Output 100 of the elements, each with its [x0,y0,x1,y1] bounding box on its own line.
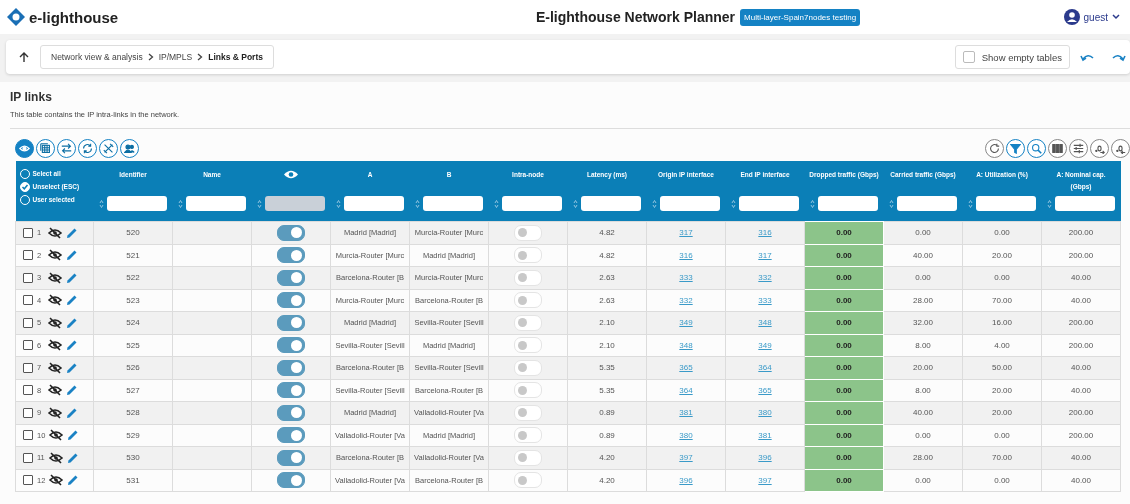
intra-node-switch[interactable] [514,292,542,309]
sort-icon[interactable] [99,198,104,209]
sort-icon[interactable] [652,198,657,209]
intra-node-switch[interactable] [514,472,542,489]
filter-field[interactable] [818,196,878,211]
checkbox[interactable] [962,51,975,63]
interface-link[interactable]: 397 [679,453,693,463]
interface-link[interactable]: 316 [679,250,693,260]
edit-icon[interactable] [66,271,78,284]
visibility-switch[interactable] [277,224,305,241]
filter-field[interactable] [976,196,1036,211]
sort-icon[interactable] [1047,198,1052,209]
sort-icon[interactable] [178,198,183,209]
intra-node-switch[interactable] [514,449,542,466]
row-checkbox[interactable] [23,385,33,396]
interface-link[interactable]: 364 [679,385,693,395]
interface-link[interactable]: 333 [758,295,772,305]
eye-slash-icon[interactable] [48,361,62,374]
eye-slash-icon[interactable] [48,451,63,464]
filter-field[interactable] [186,196,246,211]
interface-link[interactable]: 349 [758,340,772,350]
filter-button[interactable] [1006,139,1025,158]
edit-icon[interactable] [66,249,78,262]
user-menu[interactable]: guest [1010,9,1120,25]
visibility-switch[interactable] [277,472,305,489]
edit-icon[interactable] [67,474,80,487]
filter-field[interactable] [423,196,483,211]
row-checkbox[interactable] [23,340,33,351]
visibility-switch[interactable] [277,359,305,376]
sort-icon[interactable] [257,198,262,209]
sort-icon[interactable] [573,198,578,209]
filter-field[interactable] [739,196,799,211]
filter-field[interactable] [107,196,167,211]
interface-link[interactable]: 316 [758,228,772,238]
filter-field[interactable] [660,196,720,211]
radio-button[interactable] [19,181,30,192]
edit-icon[interactable] [66,226,78,239]
breadcrumb-link[interactable]: Links & Ports [208,52,263,62]
edit-icon[interactable] [67,429,80,442]
filter-field[interactable] [1055,196,1115,211]
eye-slash-icon[interactable] [48,339,62,352]
row-checkbox[interactable] [23,227,33,238]
sort-icon[interactable] [494,198,499,209]
show-empty-tables-toggle[interactable]: Show empty tables [954,45,1070,69]
edit-icon[interactable] [66,384,78,397]
eye-slash-icon[interactable] [49,429,64,442]
filter-field[interactable] [581,196,641,211]
interface-link[interactable]: 396 [679,475,693,485]
edit-icon[interactable] [66,294,78,307]
sort-icon[interactable] [810,198,815,209]
interface-link[interactable]: 397 [758,475,772,485]
interface-link[interactable]: 380 [758,408,772,418]
tools-view-button[interactable] [99,139,118,158]
visibility-switch[interactable] [277,382,305,399]
sort-icon[interactable] [889,198,894,209]
intra-node-switch[interactable] [514,224,542,241]
edit-icon[interactable] [66,316,78,329]
interface-link[interactable]: 365 [679,363,693,373]
intra-node-switch[interactable] [514,382,542,399]
visibility-switch[interactable] [277,269,305,286]
sync-view-button[interactable] [78,139,97,158]
edit-icon[interactable] [66,339,78,352]
visibility-switch[interactable] [277,449,305,466]
intra-node-switch[interactable] [514,359,542,376]
interface-link[interactable]: 332 [679,295,693,305]
row-checkbox[interactable] [23,407,33,418]
sort-icon[interactable] [415,198,420,209]
interface-link[interactable]: 380 [679,430,693,440]
intra-node-switch[interactable] [514,427,542,444]
eye-view-button[interactable] [15,139,34,158]
eye-slash-icon[interactable] [48,271,62,284]
eye-slash-icon[interactable] [49,474,64,487]
eye-slash-icon[interactable] [48,294,62,307]
visibility-switch[interactable] [277,292,305,309]
row-checkbox[interactable] [23,430,33,441]
interface-link[interactable]: 348 [679,340,693,350]
interface-link[interactable]: 381 [679,408,693,418]
intra-node-switch[interactable] [514,247,542,264]
eye-slash-icon[interactable] [48,226,62,239]
visibility-switch[interactable] [277,337,305,354]
sort-icon[interactable] [968,198,973,209]
visibility-switch[interactable] [277,427,305,444]
visibility-switch[interactable] [277,314,305,331]
filter-field[interactable] [897,196,957,211]
more-decimals-button[interactable] [1090,139,1109,158]
swap-view-button[interactable] [57,139,76,158]
less-decimals-button[interactable] [1111,139,1130,158]
interface-link[interactable]: 396 [758,453,772,463]
visibility-switch[interactable] [277,247,305,264]
row-checkbox[interactable] [23,272,33,283]
sliders-button[interactable] [1069,139,1088,158]
interface-link[interactable]: 381 [758,430,772,440]
row-checkbox[interactable] [23,452,33,463]
eye-slash-icon[interactable] [48,249,62,262]
intra-node-switch[interactable] [514,314,542,331]
refresh-button[interactable] [985,139,1004,158]
edit-icon[interactable] [66,361,78,374]
edit-icon[interactable] [66,451,79,464]
columns-button[interactable] [1048,139,1067,158]
interface-link[interactable]: 333 [679,273,693,283]
